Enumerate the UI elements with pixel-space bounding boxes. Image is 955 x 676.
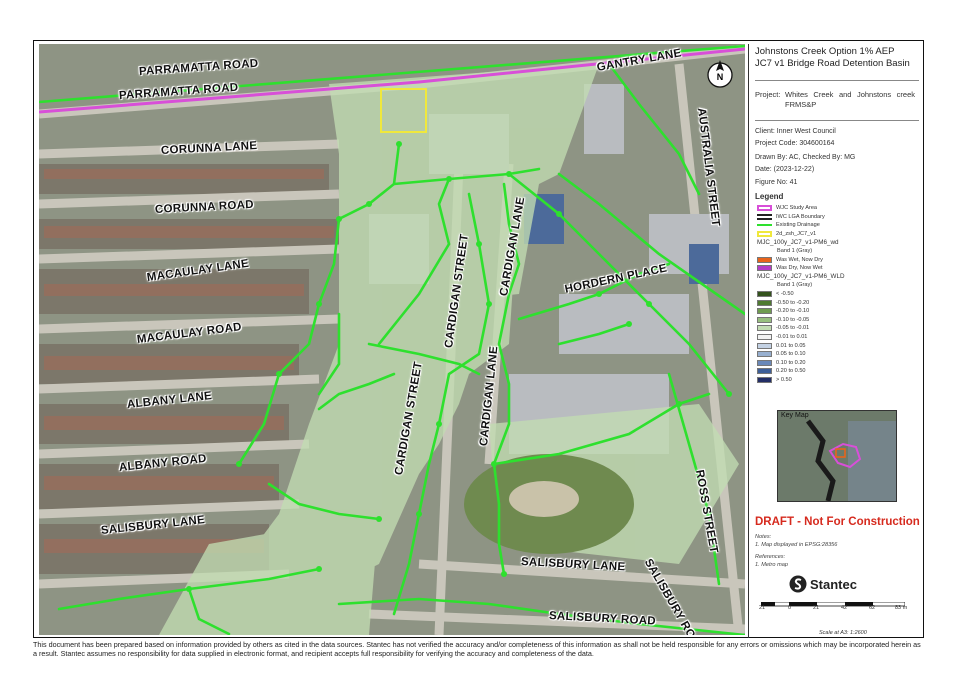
legend-label: -0.01 to 0.01 [776, 334, 808, 340]
legend-swatch [757, 368, 772, 375]
legend-item: WJC Study Area [757, 204, 817, 212]
legend-label: -0.10 to -0.05 [776, 316, 810, 323]
legend-label: -0.05 to -0.01 [776, 325, 810, 332]
title-line-2: JC7 v1 Bridge Road Detention Basin [755, 58, 910, 69]
note-1: 1. Map displayed in EPSG:28356 [755, 542, 838, 548]
scale-tick: 62 [869, 605, 876, 611]
legend-swatch [757, 377, 772, 383]
legend-item: < -0.50 [757, 290, 794, 298]
legend-label: 0.20 to 0.50 [776, 368, 806, 375]
scale-tick: 0 [788, 605, 792, 611]
legend-swatch [757, 265, 772, 272]
legend-item: -0.01 to 0.01 [757, 333, 807, 341]
disclaimer: This document has been prepared based on… [33, 640, 921, 658]
legend-swatch [757, 342, 772, 349]
legend-label: 0.01 to 0.05 [776, 342, 806, 349]
legend-swatch [757, 256, 772, 263]
references-title: References: [755, 554, 786, 560]
legend-label: Band 1 (Gray) [777, 282, 813, 289]
map-view[interactable]: PARRAMATTA ROAD PARRAMATTA ROAD CORUNNA … [39, 44, 745, 635]
legend-label: < -0.50 [776, 291, 794, 297]
date: Date: (2023-12-22) [755, 166, 815, 173]
legend-item: MJC_100y_JC7_v1-PM6_wd [757, 238, 839, 246]
stantec-logo-icon [789, 575, 807, 593]
legend-item: 0.05 to 0.10 [757, 350, 806, 358]
map-title: Johnstons Creek Option 1% AEP JC7 v1 Bri… [755, 46, 921, 70]
legend-item: > 0.50 [757, 376, 792, 384]
legend-label: -0.50 to -0.20 [776, 299, 810, 306]
legend-label: MJC_100y_JC7_v1-PM6_WLD [757, 273, 845, 281]
legend-item: Band 1 (Gray) [777, 247, 812, 255]
legend-label: > 0.50 [776, 377, 792, 383]
legend-title: Legend [755, 192, 784, 201]
legend-item: MJC_100y_JC7_v1-PM6_WLD [757, 273, 845, 281]
key-map-image [778, 411, 896, 501]
legend-item: -0.05 to -0.01 [757, 324, 809, 332]
scale-bar [761, 602, 905, 607]
stantec-logo: Stantec [789, 575, 857, 593]
title-line-1: Johnstons Creek Option 1% AEP [755, 46, 895, 57]
legend-item: 0.01 to 0.05 [757, 342, 806, 350]
legend-item: 2d_zsh_JC7_v1 [757, 230, 816, 238]
notes-title: Notes: [755, 534, 772, 540]
legend-item: -0.20 to -0.10 [757, 307, 809, 315]
divider [755, 80, 919, 81]
legend-swatch [757, 299, 772, 306]
reference-1: 1. Metro map [755, 562, 788, 568]
legend-swatch [757, 224, 772, 227]
legend-label: Was Wet, Now Dry [776, 256, 823, 263]
legend-swatch [757, 325, 772, 332]
legend-swatch [757, 230, 772, 237]
legend-swatch [757, 316, 772, 323]
legend-swatch [757, 334, 772, 340]
legend-label: 0.10 to 0.20 [776, 359, 806, 366]
legend-swatch [757, 213, 772, 220]
legend-label: IWC LGA Boundary [776, 213, 825, 220]
scale-tick: 83 m [895, 605, 908, 611]
legend-item: 0.10 to 0.20 [757, 359, 806, 367]
legend-item: Was Wet, Now Dry [757, 256, 823, 264]
legend-item: 0.20 to 0.50 [757, 367, 806, 375]
project-code: Project Code: 304600164 [755, 140, 835, 147]
scale-tick: 21 [813, 605, 820, 611]
drawn-by: Drawn By: AC, Checked By: MG [755, 154, 856, 161]
title-block: Johnstons Creek Option 1% AEP JC7 v1 Bri… [748, 44, 925, 638]
scale-text: Scale at A3: 1:2600 [819, 630, 867, 636]
legend-label: Was Dry, Now Wet [776, 265, 823, 272]
legend-swatch [757, 291, 772, 297]
legend-item: IWC LGA Boundary [757, 213, 825, 221]
scale-tick: 21 [759, 605, 766, 611]
legend-label: -0.20 to -0.10 [776, 308, 810, 315]
legend-label: Band 1 (Gray) [777, 248, 813, 254]
divider [755, 120, 919, 121]
legend-swatch [757, 205, 772, 211]
legend-swatch [757, 308, 772, 315]
north-label: N [717, 72, 724, 82]
legend-label: MJC_100y_JC7_v1-PM6_wd [757, 238, 839, 246]
north-arrow-icon: N [706, 57, 734, 91]
legend-label: 0.05 to 0.10 [776, 351, 806, 358]
legend-item: -0.10 to -0.05 [757, 316, 809, 324]
legend-item: Band 1 (Gray) [777, 281, 812, 289]
client: Client: Inner West Council [755, 128, 836, 135]
legend-item: Existing Drainage [757, 221, 820, 229]
draft-stamp: DRAFT - Not For Construction [755, 516, 920, 528]
legend-swatch [757, 359, 772, 366]
scale-tick: 42 [841, 605, 848, 611]
legend-label: 2d_zsh_JC7_v1 [776, 230, 817, 237]
legend-item: Was Dry, Now Wet [757, 264, 823, 272]
project-label: Project: [755, 90, 781, 99]
stantec-logo-text: Stantec [810, 576, 857, 592]
key-map-title: Key Map [781, 412, 809, 419]
legend-item: -0.50 to -0.20 [757, 299, 809, 307]
project-value: Whites Creek and Johnstons creek FRMS&P [785, 90, 915, 109]
figure-number: Figure No: 41 [755, 179, 798, 186]
legend-label: Existing Drainage [776, 222, 820, 229]
legend-swatch [757, 351, 772, 358]
legend-label: WJC Study Area [776, 205, 818, 211]
key-map: Key Map [777, 410, 897, 502]
